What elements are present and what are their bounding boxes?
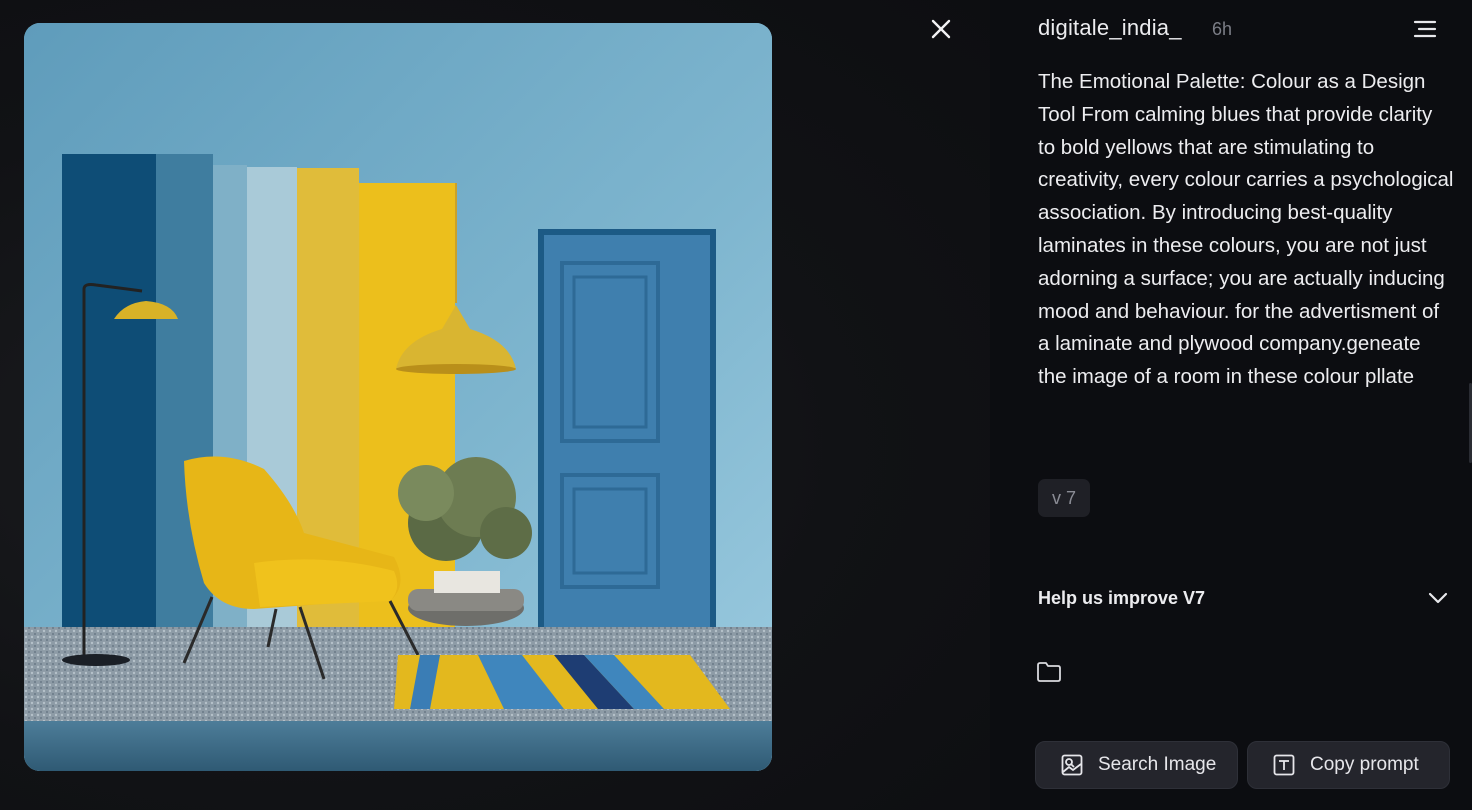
post-time: 6h bbox=[1212, 19, 1233, 39]
copy-prompt-button[interactable]: Copy prompt bbox=[1247, 741, 1450, 789]
search-image-label: Search Image bbox=[1098, 754, 1217, 775]
add-to-folder-button[interactable] bbox=[1036, 660, 1064, 688]
text-icon bbox=[1273, 754, 1295, 776]
search-image-button[interactable]: Search Image bbox=[1035, 741, 1238, 789]
prompt-text: The Emotional Palette: Colour as a Desig… bbox=[1038, 70, 1454, 389]
chevron-down-icon bbox=[1428, 592, 1448, 604]
details-panel: digitale_india_ 6h The Emotional Palette… bbox=[990, 0, 1472, 810]
folder-icon bbox=[1037, 662, 1061, 682]
menu-icon bbox=[1413, 20, 1437, 38]
feedback-label: Help us improve V7 bbox=[1038, 587, 1206, 608]
close-button[interactable] bbox=[922, 10, 960, 48]
close-icon bbox=[931, 19, 951, 39]
username-link[interactable]: digitale_india_ bbox=[1038, 15, 1182, 41]
version-badge: v 7 bbox=[1038, 479, 1090, 517]
image-search-icon bbox=[1061, 754, 1083, 776]
copy-prompt-label: Copy prompt bbox=[1310, 754, 1419, 775]
generated-image[interactable] bbox=[24, 23, 772, 771]
menu-button[interactable] bbox=[1412, 16, 1438, 42]
feedback-accordion[interactable]: Help us improve V7 bbox=[1038, 578, 1448, 618]
